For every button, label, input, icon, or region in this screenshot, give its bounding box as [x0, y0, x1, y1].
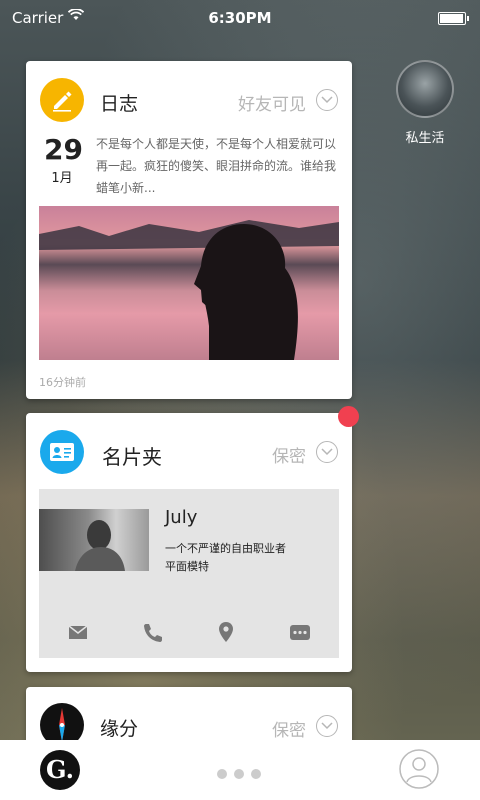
page-dot[interactable]	[251, 769, 261, 779]
diary-card-title: 日志	[100, 93, 139, 115]
diary-timestamp: 16分钟前	[39, 376, 86, 389]
id-card-icon	[40, 430, 84, 474]
contact-name: July	[165, 507, 198, 528]
contact-privacy-label[interactable]: 保密	[272, 442, 306, 467]
contact-desc-line1: 一个不严谨的自由职业者	[165, 542, 286, 555]
diary-excerpt: 不是每个人都是天使，不是每个人相爱就可以再一起。疯狂的傻笑、眼泪拼命的流。谁给我…	[96, 137, 337, 195]
page-indicator[interactable]	[217, 764, 268, 783]
status-bar: Carrier 6:30PM	[0, 0, 480, 36]
user-icon[interactable]	[399, 749, 439, 789]
chevron-down-icon[interactable]	[316, 715, 338, 737]
contact-desc-line2: 平面模特	[165, 560, 209, 573]
contact-card-title: 名片夹	[102, 445, 162, 469]
clock: 6:30PM	[208, 9, 272, 27]
fate-privacy-label[interactable]: 保密	[272, 716, 306, 741]
chevron-down-icon[interactable]	[316, 89, 338, 111]
page-dot[interactable]	[217, 769, 227, 779]
tab-bar: G.	[0, 740, 480, 800]
page-dot[interactable]	[234, 769, 244, 779]
chevron-down-icon[interactable]	[316, 441, 338, 463]
contact-card[interactable]: 名片夹 保密 July 一个不严谨的自由职业者 平面模特	[26, 413, 352, 672]
diary-date-day: 29	[44, 133, 83, 166]
location-icon[interactable]	[211, 617, 241, 647]
contact-description: 一个不严谨的自由职业者 平面模特	[165, 540, 286, 576]
contact-details[interactable]: July 一个不严谨的自由职业者 平面模特	[39, 489, 339, 658]
diary-card[interactable]: 日志 好友可见 29 1月 不是每个人都是天使，不是每个人相爱就可以再一起。疯狂…	[26, 61, 352, 399]
diary-date-month: 1月	[51, 171, 73, 186]
contact-card-header: 名片夹 保密	[26, 413, 352, 485]
contact-photo	[39, 509, 149, 571]
message-icon[interactable]	[285, 617, 315, 647]
private-life-avatar[interactable]	[396, 60, 454, 118]
app-logo[interactable]: G.	[40, 750, 80, 790]
pencil-icon	[40, 78, 84, 122]
battery-icon	[438, 12, 469, 25]
diary-card-header: 日志 好友可见	[26, 61, 352, 133]
notification-badge	[338, 406, 359, 427]
diary-photo[interactable]	[39, 206, 339, 360]
diary-privacy-label[interactable]: 好友可见	[238, 90, 306, 115]
fate-card-title: 缘分	[100, 718, 139, 740]
contact-actions	[39, 617, 339, 647]
phone-icon[interactable]	[137, 617, 167, 647]
mail-icon[interactable]	[63, 617, 93, 647]
avatar-label[interactable]: 私生活	[395, 127, 455, 146]
